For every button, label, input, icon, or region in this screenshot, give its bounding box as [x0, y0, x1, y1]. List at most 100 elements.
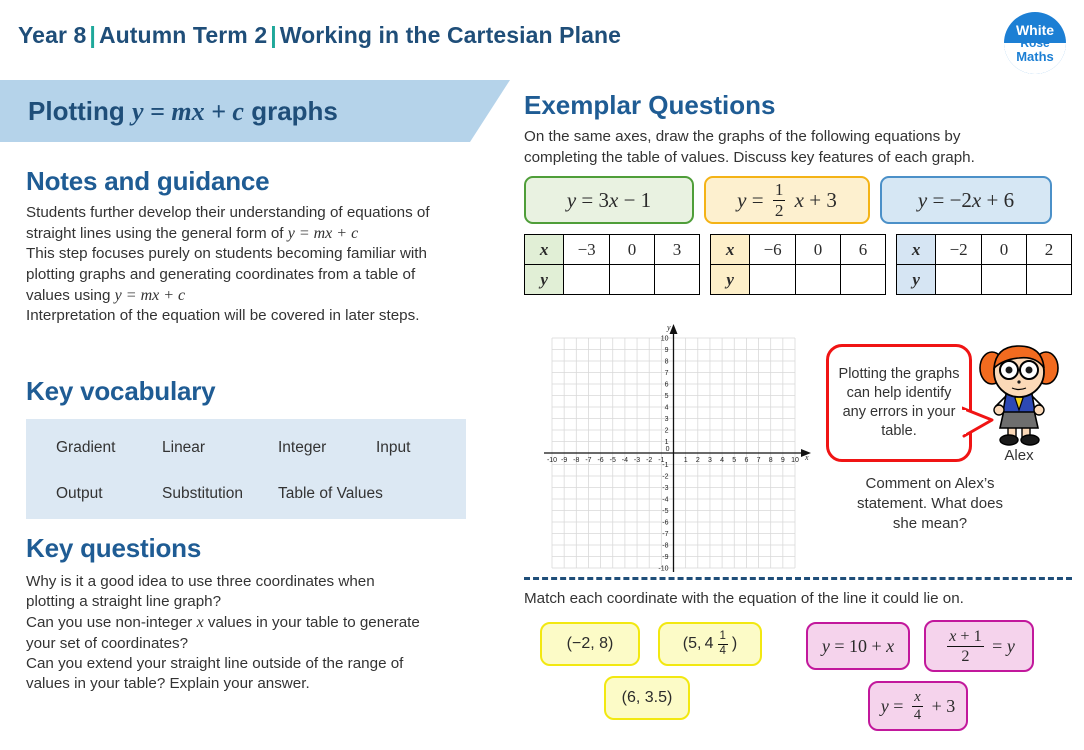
svg-text:3: 3	[665, 416, 669, 423]
table2-y-3[interactable]	[839, 264, 887, 296]
coordinate-card-3[interactable]: (6, 3.5)	[604, 676, 690, 720]
equation-card-1[interactable]: y = 10 + x	[806, 622, 910, 670]
vocabulary-row-2: Output Substitution Table of Values	[56, 485, 383, 503]
coordinate-card-2[interactable]: (5, 4 1 4)	[658, 622, 762, 666]
svg-text:-6: -6	[597, 457, 603, 464]
svg-text:-7: -7	[585, 457, 591, 464]
vocab-table-of-values: Table of Values	[278, 485, 383, 502]
y-axis-label: y	[666, 323, 671, 332]
svg-text:-9: -9	[561, 457, 567, 464]
table3-x-2[interactable]: 0	[980, 234, 1027, 266]
table2-x-2[interactable]: 0	[794, 234, 841, 266]
exemplar-intro-line-2: completing the table of values. Discuss …	[524, 148, 975, 166]
svg-text:-1: -1	[662, 462, 668, 469]
notes-line-2-text: straight lines using the general form of	[26, 225, 288, 243]
equation-box-2[interactable]: y = 12 x + 3	[704, 176, 870, 225]
table1-x-1[interactable]: −3	[563, 234, 610, 266]
question-line-2: plotting a straight line graph?	[26, 593, 222, 611]
svg-text:9: 9	[781, 457, 785, 464]
svg-text:2: 2	[696, 457, 700, 464]
x-axis-label: x	[804, 453, 809, 462]
page-title-prefix: Plotting	[28, 95, 132, 126]
table-row: x −2 0 2	[895, 234, 1073, 266]
vocabulary-row-1: Gradient Linear Integer Input	[56, 439, 410, 457]
notes-line-5-equation: y = mx + c	[114, 286, 186, 304]
vocab-substitution: Substitution	[162, 485, 243, 502]
table1-y-1[interactable]	[563, 264, 610, 296]
equation-box-1[interactable]: y = 3x − 1	[524, 176, 694, 225]
table-of-values-1[interactable]: x −3 0 3 y	[523, 234, 701, 296]
table2-y-1[interactable]	[749, 264, 796, 296]
worksheet-page: Year 8 | Autumn Term 2 | Working in the Cart…	[0, 0, 1084, 750]
svg-text:6: 6	[744, 457, 748, 464]
svg-text:3: 3	[708, 457, 712, 464]
cartesian-grid[interactable]: -10 -9 -8 -7 -6 -5 -4 -3 -2 -1 1 2 3 4 5 6 7 8 9 10 -10 -9 -8-…	[527, 320, 817, 575]
alex-discussion-prompt: Comment on Alex’s statement. What does s…	[820, 474, 1040, 534]
table-row: y	[523, 264, 701, 296]
svg-text:-8: -8	[662, 543, 668, 550]
svg-text:7: 7	[757, 457, 761, 464]
table3-y-1[interactable]	[935, 264, 982, 296]
table1-header-x: x	[523, 234, 565, 266]
table1-y-3[interactable]	[653, 264, 701, 296]
table3-header-y: y	[895, 264, 937, 296]
matching-instruction: Match each coordinate with the equation …	[524, 590, 964, 607]
table-of-values-3[interactable]: x −2 0 2 y	[895, 234, 1073, 296]
svg-text:-10: -10	[658, 566, 668, 573]
white-rose-maths-logo: White Rose Maths	[1004, 12, 1066, 74]
notes-line-1: Students further develop their understan…	[26, 204, 430, 221]
header-topic: Working in the Cartesian Plane	[279, 22, 622, 48]
svg-text:-9: -9	[662, 554, 668, 561]
svg-text:-5: -5	[610, 457, 616, 464]
svg-text:-3: -3	[662, 485, 668, 492]
question-line-3: Can you use non-integer x values in your…	[26, 612, 516, 633]
notes-line-5-text: values using	[26, 286, 115, 304]
questions-heading: Key questions	[26, 533, 202, 563]
svg-text:-2: -2	[662, 474, 668, 481]
exemplar-section: Exemplar Questions On the same axes, dra…	[523, 90, 1073, 296]
notes-line-2: straight lines using the general form of…	[26, 223, 508, 244]
equation-card-2[interactable]: x + 12 = y	[924, 620, 1034, 672]
logo-line-rose: Rose	[1020, 36, 1050, 51]
notes-body: Students further develop their understan…	[26, 203, 508, 326]
svg-text:4: 4	[720, 457, 724, 464]
table1-x-3[interactable]: 3	[653, 234, 701, 266]
alex-prompt-line-1: Comment on Alex’s	[865, 475, 995, 492]
table1-x-2[interactable]: 0	[608, 234, 655, 266]
svg-text:5: 5	[732, 457, 736, 464]
table3-x-3[interactable]: 2	[1025, 234, 1073, 266]
svg-text:1: 1	[684, 457, 688, 464]
notes-line-3: This step focuses purely on students bec…	[26, 245, 427, 263]
svg-text:-8: -8	[573, 457, 579, 464]
equation-card-3[interactable]: y = x4 + 3	[868, 681, 968, 731]
exemplar-heading: Exemplar Questions	[524, 90, 776, 120]
page-title-equation: y = mx + c	[131, 96, 244, 126]
svg-text:-5: -5	[662, 508, 668, 515]
questions-body: Why is it a good idea to use three coord…	[26, 572, 516, 694]
notes-line-5: values using y = mx + c	[26, 285, 508, 306]
table1-y-2[interactable]	[608, 264, 655, 296]
breadcrumb: Year 8 | Autumn Term 2 | Working in the Cart…	[18, 22, 918, 56]
vocab-output: Output	[56, 485, 103, 502]
header-separator-2: |	[270, 22, 277, 48]
table2-x-1[interactable]: −6	[749, 234, 796, 266]
table3-y-2[interactable]	[980, 264, 1027, 296]
svg-text:-2: -2	[646, 457, 652, 464]
table2-header-x: x	[709, 234, 751, 266]
header-term: Autumn Term 2	[98, 22, 268, 48]
coordinate-card-1[interactable]: (−2, 8)	[540, 622, 640, 666]
table-of-values-2[interactable]: x −6 0 6 y	[709, 234, 887, 296]
equation-box-3[interactable]: y = −2 x + 6	[880, 176, 1052, 225]
vocab-linear: Linear	[162, 439, 206, 456]
svg-text:6: 6	[665, 382, 669, 389]
exemplar-intro-line-1: On the same axes, draw the graphs of the…	[524, 128, 961, 145]
table2-y-2[interactable]	[794, 264, 841, 296]
equation-box-row: y = 3x − 1 y = 12 x + 3 y = −2 x + 6	[524, 176, 1072, 225]
table2-x-3[interactable]: 6	[839, 234, 887, 266]
table-row: x −6 0 6	[709, 234, 887, 266]
table3-x-1[interactable]: −2	[935, 234, 982, 266]
table3-y-3[interactable]	[1025, 264, 1073, 296]
svg-text:-6: -6	[662, 520, 668, 527]
dashed-divider	[524, 577, 1072, 580]
page-title-banner: Plotting y = mx + c graphs	[0, 80, 510, 142]
